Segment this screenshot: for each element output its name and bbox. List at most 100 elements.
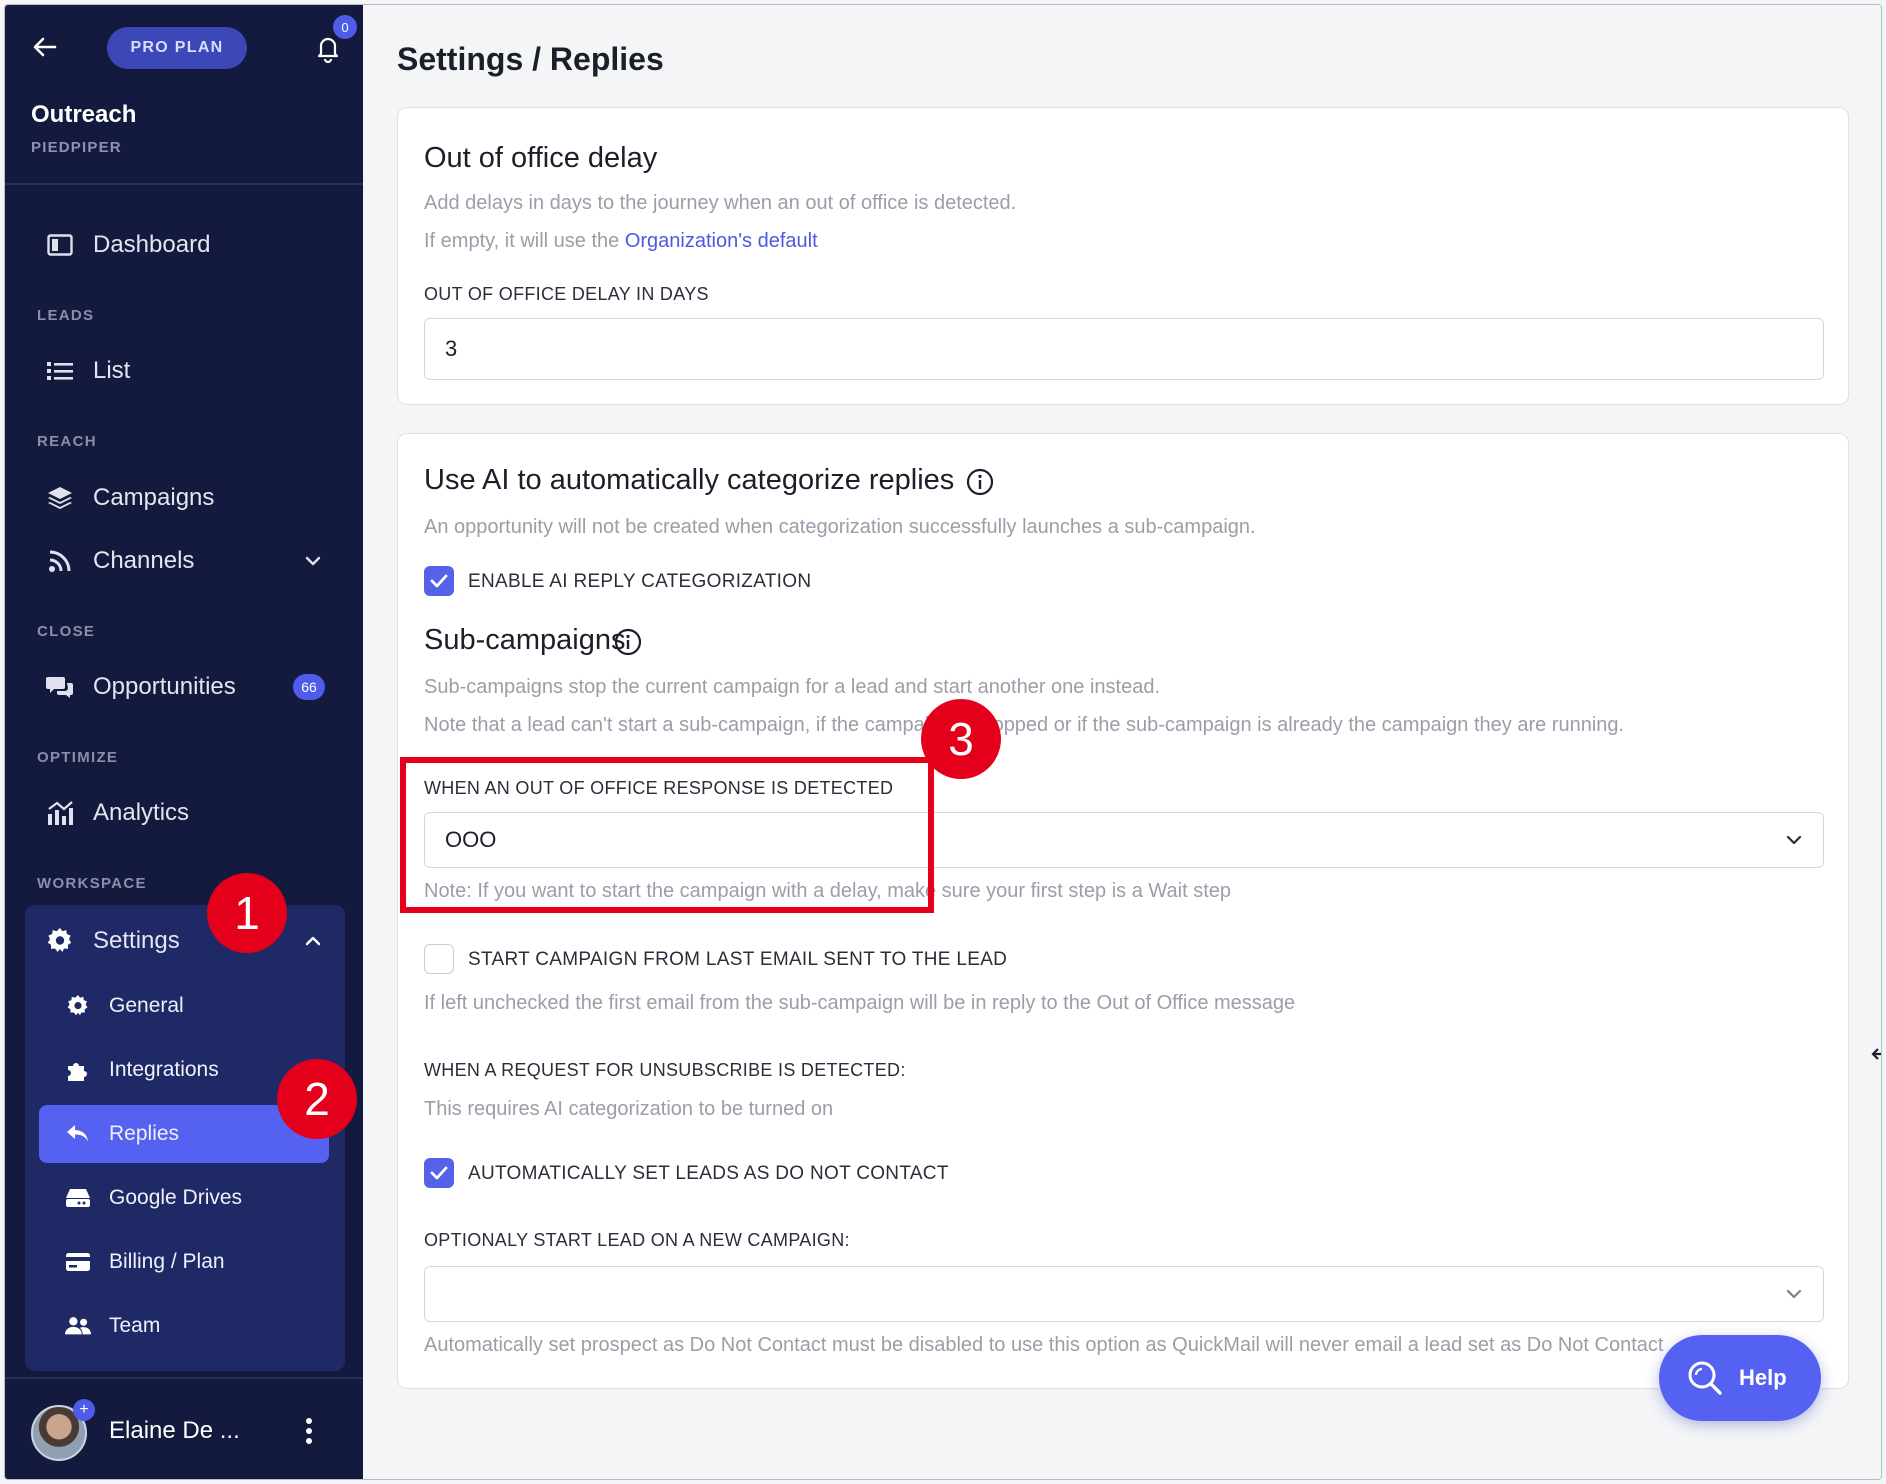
section-label-workspace: WORKSPACE <box>37 875 147 892</box>
out-of-office-card: Out of office delay Add delays in days t… <box>397 107 1849 405</box>
new-campaign-note: Automatically set prospect as Do Not Con… <box>424 1334 1664 1356</box>
ooo-default-note: If empty, it will use the Organization's… <box>424 230 818 253</box>
sidebar-item-channels[interactable]: Channels <box>25 533 345 589</box>
sidebar-item-label: Settings <box>93 927 180 954</box>
chevron-down-icon <box>1783 1283 1805 1305</box>
user-name: Elaine De ... <box>109 1417 240 1444</box>
notification-count-badge: 0 <box>333 15 357 39</box>
hard-drive-icon <box>65 1185 91 1211</box>
layers-icon <box>45 483 75 513</box>
rss-icon <box>45 546 75 576</box>
ooo-delay-label: OUT OF OFFICE DELAY IN DAYS <box>424 284 709 304</box>
section-label-leads: LEADS <box>37 307 95 324</box>
user-bar[interactable]: + Elaine De ... <box>5 1377 363 1479</box>
unsubscribe-label: WHEN A REQUEST FOR UNSUBSCRIBE IS DETECT… <box>424 1060 906 1080</box>
help-button[interactable]: Help <box>1659 1335 1821 1421</box>
sidebar-divider <box>5 183 363 185</box>
settings-item-billing-plan[interactable]: Billing / Plan <box>39 1233 329 1291</box>
step-callout-2: 2 <box>277 1059 357 1139</box>
ooo-delay-input[interactable]: 3 <box>424 318 1824 380</box>
list-icon <box>45 356 75 386</box>
dashboard-icon <box>45 230 75 260</box>
sidebar-item-label: Dashboard <box>93 231 211 258</box>
section-label-close: CLOSE <box>37 623 96 640</box>
chevron-up-icon <box>303 931 323 951</box>
resize-cursor-icon <box>1871 1045 1881 1063</box>
unsubscribe-note: This requires AI categorization to be tu… <box>424 1098 834 1120</box>
reply-icon <box>65 1121 91 1147</box>
sidebar-item-dashboard[interactable]: Dashboard <box>25 217 345 273</box>
chevron-down-icon <box>303 551 323 571</box>
sidebar-item-opportunities[interactable]: Opportunities 66 <box>25 659 345 715</box>
settings-item-label: Integrations <box>109 1058 219 1081</box>
do-not-contact-checkbox[interactable] <box>424 1158 454 1188</box>
last-email-label: START CAMPAIGN FROM LAST EMAIL SENT TO T… <box>468 949 1008 970</box>
org-subtitle: PIEDPIPER <box>31 139 122 156</box>
ooo-response-value: OOO <box>445 827 497 852</box>
sidebar: PRO PLAN 0 Outreach PIEDPIPER Dashboard … <box>5 5 363 1479</box>
settings-item-google-drives[interactable]: Google Drives <box>39 1169 329 1227</box>
sidebar-item-analytics[interactable]: Analytics <box>25 785 345 841</box>
back-arrow-icon[interactable] <box>27 29 63 65</box>
pro-plan-badge[interactable]: PRO PLAN <box>107 27 247 69</box>
sidebar-item-label: Campaigns <box>93 484 215 511</box>
ooo-response-note: Note: If you want to start the campaign … <box>424 880 1232 902</box>
org-name: Outreach <box>31 101 137 128</box>
credit-card-icon <box>65 1249 91 1275</box>
do-not-contact-label: AUTOMATICALLY SET LEADS AS DO NOT CONTAC… <box>468 1163 949 1184</box>
sidebar-item-label: Channels <box>93 547 195 574</box>
ai-heading: Use AI to automatically categorize repli… <box>424 464 955 496</box>
info-icon[interactable] <box>966 468 994 496</box>
organization-default-link[interactable]: Organization's default <box>625 230 818 252</box>
sidebar-item-list[interactable]: List <box>25 343 345 399</box>
ooo-heading: Out of office delay <box>424 142 658 174</box>
section-label-reach: REACH <box>37 433 97 450</box>
step-callout-1: 1 <box>207 873 287 953</box>
settings-item-label: General <box>109 994 184 1017</box>
puzzle-icon <box>65 1057 91 1083</box>
settings-item-label: Google Drives <box>109 1186 243 1209</box>
users-icon <box>65 1313 91 1339</box>
section-label-optimize: OPTIMIZE <box>37 749 119 766</box>
sub-campaigns-heading: Sub-campaigns <box>424 624 626 656</box>
sidebar-item-label: List <box>93 357 131 384</box>
sidebar-item-campaigns[interactable]: Campaigns <box>25 470 345 526</box>
gear-icon <box>45 926 75 956</box>
ooo-default-prefix: If empty, it will use the <box>424 230 620 252</box>
avatar-add-icon[interactable]: + <box>73 1399 95 1421</box>
ai-description: An opportunity will not be created when … <box>424 516 1256 538</box>
kebab-menu-icon[interactable] <box>299 1413 319 1449</box>
settings-item-team[interactable]: Team <box>39 1297 329 1355</box>
settings-item-label: Replies <box>109 1122 180 1145</box>
app-window: PRO PLAN 0 Outreach PIEDPIPER Dashboard … <box>4 4 1882 1480</box>
analytics-icon <box>45 798 75 828</box>
sidebar-item-settings[interactable]: Settings <box>25 913 345 969</box>
chevron-down-icon <box>1783 829 1805 851</box>
opportunities-count-badge: 66 <box>293 674 325 700</box>
ooo-description: Add delays in days to the journey when a… <box>424 192 1017 214</box>
page-title: Settings / Replies <box>397 41 664 77</box>
sidebar-item-label: Opportunities <box>93 673 236 700</box>
new-campaign-label: OPTIONALY START LEAD ON A NEW CAMPAIGN: <box>424 1230 850 1250</box>
last-email-checkbox[interactable] <box>424 944 454 974</box>
sidebar-topbar: PRO PLAN 0 <box>5 5 363 85</box>
settings-item-general[interactable]: General <box>39 977 329 1035</box>
help-label: Help <box>1739 1365 1787 1390</box>
chat-bubbles-icon <box>45 672 75 702</box>
gear-icon <box>65 993 91 1019</box>
ooo-response-select[interactable]: OOO <box>424 812 1824 868</box>
sub-campaigns-desc-1: Sub-campaigns stop the current campaign … <box>424 676 1161 698</box>
settings-item-label: Billing / Plan <box>109 1250 225 1273</box>
enable-ai-checkbox[interactable] <box>424 566 454 596</box>
new-campaign-select[interactable] <box>424 1266 1824 1322</box>
last-email-note: If left unchecked the first email from t… <box>424 992 1296 1014</box>
step-callout-3: 3 <box>921 699 1001 779</box>
settings-item-label: Team <box>109 1314 161 1337</box>
info-icon[interactable] <box>614 628 642 656</box>
search-icon <box>1685 1358 1725 1398</box>
sub-campaigns-desc-2: Note that a lead can't start a sub-campa… <box>424 714 1625 736</box>
ai-categorization-card: Use AI to automatically categorize repli… <box>397 433 1849 1389</box>
ooo-response-label: WHEN AN OUT OF OFFICE RESPONSE IS DETECT… <box>424 778 894 798</box>
sidebar-item-label: Analytics <box>93 799 190 826</box>
enable-ai-label: ENABLE AI REPLY CATEGORIZATION <box>468 571 812 592</box>
